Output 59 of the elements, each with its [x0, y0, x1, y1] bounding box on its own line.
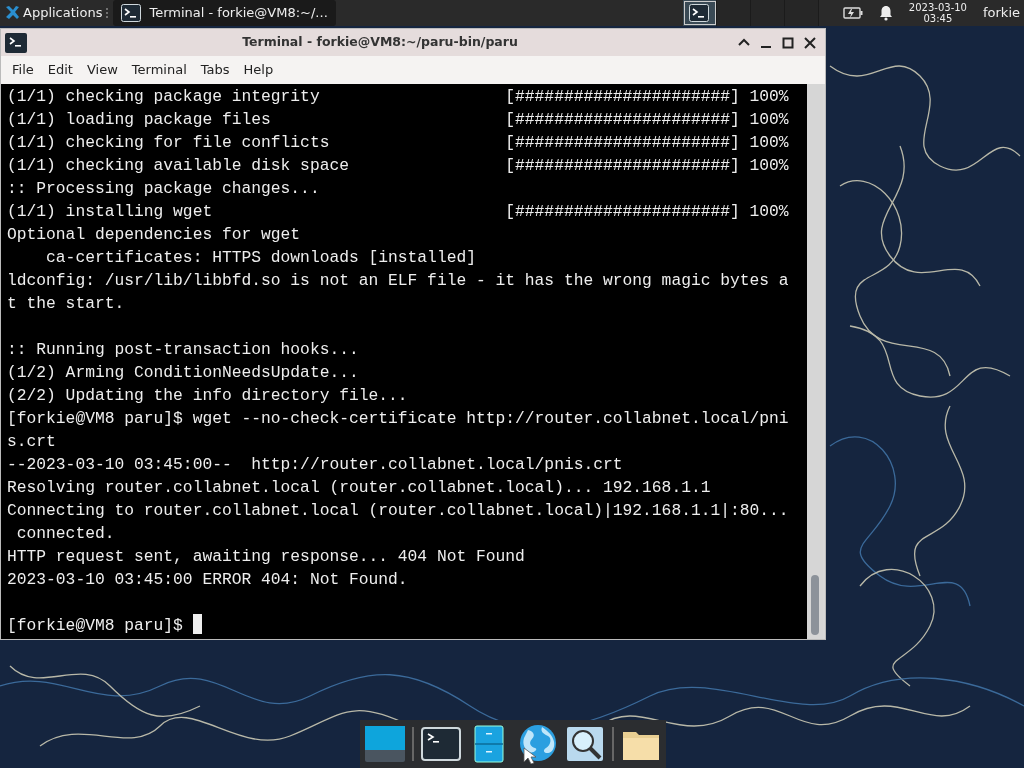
terminal-line: s.crt: [7, 431, 56, 453]
terminal-line: (1/2) Arming ConditionNeedsUpdate...: [7, 362, 359, 384]
terminal-line: (2/2) Updating the info directory file...: [7, 385, 408, 407]
terminal-line: --2023-03-10 03:45:00-- http://router.collabnet.local/pnis.crt: [7, 454, 623, 476]
scrollbar-thumb[interactable]: [811, 575, 819, 635]
clock-time[interactable]: 03:45: [908, 13, 967, 24]
progress-bar-text: [######################]: [505, 155, 740, 177]
terminal-line: HTTP request sent, awaiting response... 404 Not Found: [7, 546, 525, 568]
bell-icon[interactable]: [878, 5, 893, 21]
menu-item[interactable]: View: [79, 60, 125, 80]
workspace-button[interactable]: [682, 0, 717, 26]
applications-menu[interactable]: Applications: [23, 3, 103, 23]
progress-bar-text: [######################]: [505, 132, 740, 154]
terminal-line: Optional dependencies for wget: [7, 224, 301, 246]
terminal-line: 100%: [749, 109, 789, 131]
minimize-icon: [761, 45, 771, 48]
apps-menu-icon[interactable]: [4, 5, 20, 21]
terminal-icon: [689, 4, 710, 22]
terminal-line: 2023-03-10 03:45:00 ERROR 404: Not Found.: [7, 569, 408, 591]
terminal-line: 100%: [749, 201, 789, 223]
progress-bar-text: [######################]: [505, 201, 740, 223]
terminal-line: [forkie@VM8 paru]$ wget --no-check-certificate http://router.collabnet.local/pni: [7, 408, 789, 430]
terminal-line: ldconfig: /usr/lib/libbfd.so is not an ELF file - it has the wrong magic bytes a: [7, 270, 789, 292]
terminal-line: ca-certificates: HTTPS downloads [installed]: [45, 247, 476, 269]
taskbar-button[interactable]: Terminal - forkie@VM8:~/...: [113, 0, 336, 26]
search-icon[interactable]: [564, 724, 606, 764]
close-icon: [803, 35, 817, 50]
terminal-line: 100%: [749, 132, 789, 154]
terminal-line: (1/1) checking package integrity: [7, 86, 321, 108]
show-desktop-icon[interactable]: [364, 724, 406, 764]
terminal-line: connected.: [15, 523, 115, 545]
terminal-line: (1/1) loading package files: [7, 109, 272, 131]
terminal-icon: [121, 4, 142, 22]
terminal-line: (1/1) checking available disk space: [7, 155, 350, 177]
terminal-icon: [5, 32, 27, 53]
handle-icon[interactable]: [105, 7, 110, 19]
terminal-line: 100%: [749, 155, 789, 177]
terminal-line: (1/1) installing wget: [7, 201, 214, 223]
terminal-line: :: Running post-transaction hooks...: [7, 339, 359, 361]
terminal-icon[interactable]: [420, 724, 462, 764]
progress-bar-text: [######################]: [505, 86, 740, 108]
maximize-icon: [781, 35, 795, 50]
clock-date[interactable]: 2023-03-10: [908, 2, 967, 13]
menu-item[interactable]: Tabs: [193, 60, 237, 80]
terminal-line: t the start.: [7, 293, 125, 315]
terminal-line: :: Processing package changes...: [7, 178, 320, 200]
menu-item[interactable]: Help: [236, 60, 281, 80]
progress-bar-text: [######################]: [505, 109, 740, 131]
menu-item[interactable]: File: [5, 60, 41, 80]
terminal-line: Resolving router.collabnet.local (router.collabnet.local)... 192.168.1.1: [7, 477, 711, 499]
window-title: Terminal - forkie@VM8:~/paru-bin/paru: [242, 34, 518, 50]
menu-item[interactable]: Edit: [40, 60, 80, 80]
terminal-line: 100%: [749, 86, 789, 108]
user-name[interactable]: forkie: [983, 3, 1020, 23]
terminal-line: Connecting to router.collabnet.local (router.collabnet.local)|192.168.1.1|:80...: [7, 500, 789, 522]
battery-icon[interactable]: [842, 7, 863, 19]
menu-item[interactable]: Terminal: [124, 60, 194, 80]
terminal-line: (1/1) checking for file conflicts: [7, 132, 331, 154]
terminal-prompt: [forkie@VM8 paru]$: [7, 615, 183, 637]
